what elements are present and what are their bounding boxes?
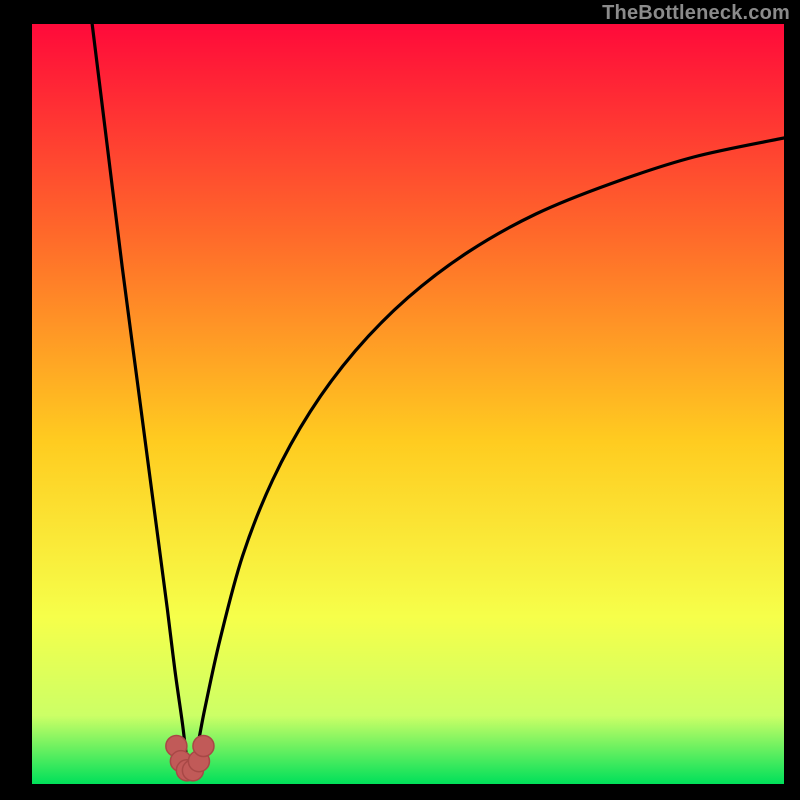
plot-area xyxy=(32,24,784,784)
gradient-background xyxy=(32,24,784,784)
watermark-text: TheBottleneck.com xyxy=(602,2,790,25)
bottleneck-curve-chart xyxy=(32,24,784,784)
chart-frame: TheBottleneck.com xyxy=(0,0,800,800)
optimum-marker xyxy=(193,735,214,756)
